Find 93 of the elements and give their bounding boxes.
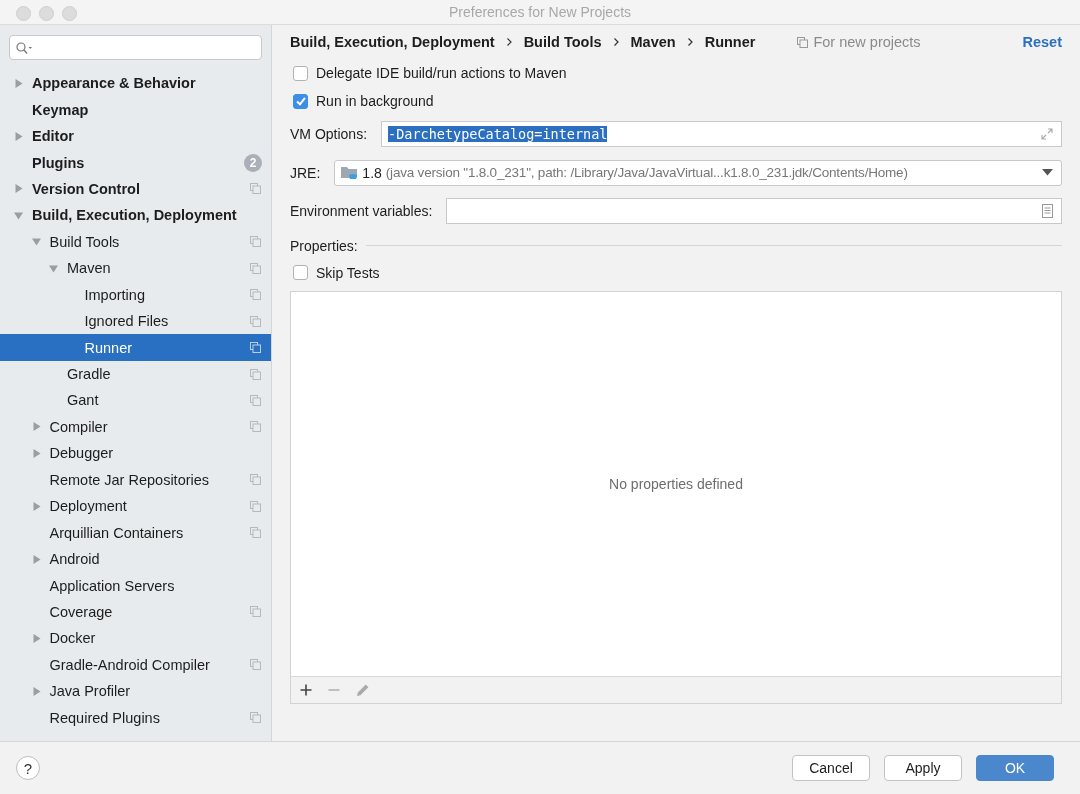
- project-level-icon: [797, 36, 809, 48]
- project-level-icon: [250, 500, 261, 512]
- folder-icon: [341, 165, 359, 181]
- sidebar-item[interactable]: Keymap: [0, 96, 271, 123]
- empty-message: No properties defined: [609, 475, 743, 492]
- field-label: Environment variables:: [290, 203, 433, 220]
- sidebar-item[interactable]: Importing: [0, 281, 271, 308]
- dialog-button[interactable]: Apply: [884, 755, 962, 781]
- sidebar-item[interactable]: Gradle-Android Compiler: [0, 651, 271, 679]
- checkbox-label[interactable]: Delegate IDE build/run actions to Maven: [316, 65, 567, 81]
- project-level-icon: [250, 659, 261, 671]
- sidebar-item[interactable]: Editor: [0, 122, 271, 150]
- breadcrumb-item: Build Tools: [523, 34, 602, 50]
- sidebar-item[interactable]: Build Tools: [0, 228, 271, 256]
- sidebar-item[interactable]: Build, Execution, Deployment: [0, 202, 271, 229]
- sidebar-item[interactable]: Debugger: [0, 440, 271, 467]
- dropdown-arrow-icon: [1042, 169, 1053, 177]
- vm-options-field[interactable]: -DarchetypeCatalog=internal: [381, 121, 1062, 148]
- checkbox[interactable]: [293, 93, 308, 109]
- pencil-icon[interactable]: [356, 682, 370, 697]
- sidebar-item[interactable]: Appearance & Behavior: [0, 70, 271, 97]
- project-level-icon: [250, 315, 261, 327]
- sidebar-item[interactable]: Application Servers: [0, 572, 271, 599]
- collapsed-arrow-icon[interactable]: [31, 554, 41, 564]
- field-label: JRE:: [290, 164, 321, 181]
- section-label: Properties:: [290, 237, 358, 254]
- field-label: VM Options:: [290, 126, 368, 143]
- close-window-button[interactable]: [16, 6, 31, 21]
- collapsed-arrow-icon[interactable]: [31, 686, 41, 696]
- sidebar-item[interactable]: Java Profiler: [0, 678, 271, 705]
- checkbox-label[interactable]: Run in background: [316, 93, 434, 109]
- sidebar-item[interactable]: Gant: [0, 387, 271, 414]
- project-level-icon: [250, 262, 261, 274]
- search-icon: [16, 41, 33, 54]
- project-level-icon: [250, 289, 261, 301]
- collapsed-arrow-icon[interactable]: [31, 422, 41, 432]
- collapsed-arrow-icon[interactable]: [14, 78, 23, 88]
- breadcrumb-item: Build, Execution, Deployment: [290, 34, 495, 50]
- environment-variables-field[interactable]: [446, 198, 1062, 225]
- project-level-icon: [250, 421, 261, 433]
- project-level-icon: [250, 474, 261, 486]
- jre-dropdown[interactable]: 1.8 (java version "1.8.0_231", path: /Library/Java/JavaVirtual...k1.8.0_231.jdk/Contents/Home): [334, 159, 1062, 186]
- minimize-window-button[interactable]: [39, 6, 54, 21]
- search-field[interactable]: [9, 35, 262, 60]
- checkbox-label[interactable]: Skip Tests: [316, 264, 380, 281]
- sidebar-item[interactable]: Compiler: [0, 413, 271, 441]
- project-level-icon: [250, 527, 261, 539]
- expanded-arrow-icon[interactable]: [49, 263, 58, 273]
- project-level-icon: [250, 183, 261, 195]
- project-level-icon: [250, 368, 261, 380]
- breadcrumb-item: Maven: [630, 34, 676, 50]
- expand-icon[interactable]: [1041, 128, 1053, 141]
- checkbox[interactable]: [293, 65, 308, 81]
- chevron-icon: [687, 38, 693, 46]
- count-badge: 2: [244, 153, 262, 172]
- collapsed-arrow-icon[interactable]: [31, 448, 41, 458]
- collapsed-arrow-icon[interactable]: [31, 501, 41, 511]
- project-level-icon: [250, 342, 261, 354]
- add-icon[interactable]: [300, 683, 312, 696]
- ok-button[interactable]: OK: [976, 755, 1054, 781]
- scope-note: For new projects: [813, 34, 921, 50]
- document-icon[interactable]: [1042, 204, 1053, 219]
- sidebar-item[interactable]: Runner: [0, 334, 271, 361]
- expanded-arrow-icon[interactable]: [31, 237, 41, 247]
- sidebar-item[interactable]: Android: [0, 545, 271, 573]
- sidebar-item[interactable]: Coverage: [0, 598, 271, 626]
- sidebar-item[interactable]: Remote Jar Repositories: [0, 466, 271, 493]
- project-level-icon: [250, 606, 261, 618]
- expanded-arrow-icon[interactable]: [14, 210, 23, 220]
- zoom-window-button[interactable]: [62, 6, 77, 21]
- collapsed-arrow-icon[interactable]: [14, 184, 23, 194]
- collapsed-arrow-icon[interactable]: [14, 131, 23, 141]
- sidebar-item[interactable]: Gradle: [0, 360, 271, 388]
- sidebar-item[interactable]: Version Control: [0, 175, 271, 203]
- collapsed-arrow-icon[interactable]: [31, 633, 41, 643]
- project-level-icon: [250, 236, 261, 248]
- sidebar-item[interactable]: Maven: [0, 255, 271, 282]
- chevron-icon: [613, 38, 619, 46]
- sidebar-item[interactable]: Docker: [0, 625, 271, 652]
- reset-link[interactable]: Reset: [1022, 34, 1062, 50]
- window-title: Preferences for New Projects: [448, 4, 632, 20]
- sidebar-item[interactable]: Ignored Files: [0, 307, 271, 335]
- project-level-icon: [250, 712, 261, 724]
- sidebar-item[interactable]: Plugins 2: [0, 149, 271, 176]
- project-level-icon: [250, 394, 261, 406]
- breadcrumb-item: Runner: [704, 34, 756, 50]
- sidebar-item[interactable]: Arquillian Containers: [0, 519, 271, 546]
- checkbox[interactable]: [293, 265, 308, 280]
- sidebar-item[interactable]: Required Plugins: [0, 704, 271, 731]
- dialog-button[interactable]: Cancel: [792, 755, 870, 781]
- help-button[interactable]: ?: [16, 756, 40, 780]
- chevron-icon: [506, 38, 512, 46]
- sidebar-item[interactable]: Deployment: [0, 493, 271, 520]
